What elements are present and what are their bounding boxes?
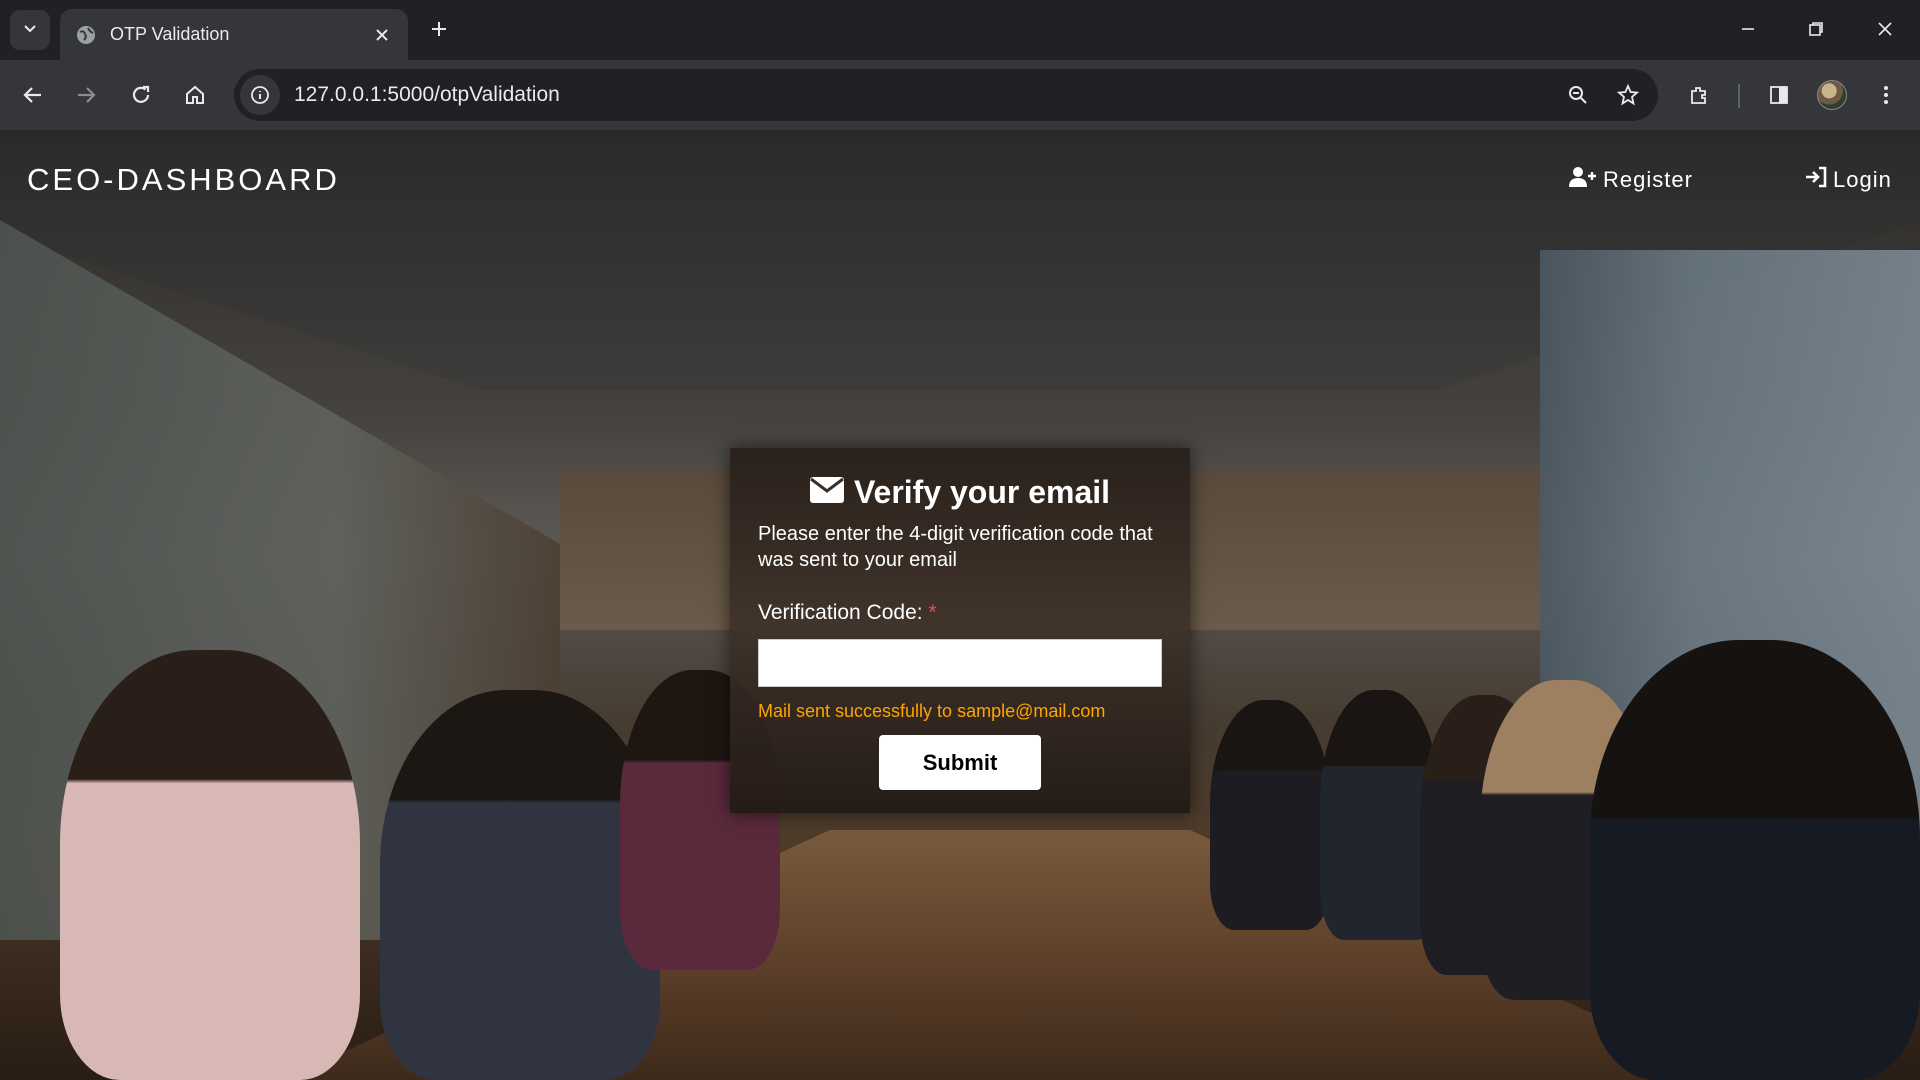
top-navbar: CEO-DASHBOARD Register Login bbox=[0, 130, 1920, 230]
avatar bbox=[1817, 80, 1847, 110]
page-viewport: CEO-DASHBOARD Register Login Verify your… bbox=[0, 130, 1920, 1080]
new-tab-button[interactable] bbox=[422, 12, 456, 46]
home-icon[interactable] bbox=[175, 75, 215, 115]
envelope-icon bbox=[809, 474, 844, 511]
tab-strip: OTP Validation bbox=[0, 0, 1920, 60]
login-label: Login bbox=[1833, 167, 1892, 192]
toolbar-divider bbox=[1738, 84, 1740, 108]
register-label: Register bbox=[1603, 167, 1693, 192]
tab-search-button[interactable] bbox=[10, 10, 50, 50]
page-title: Verify your email bbox=[853, 474, 1111, 510]
profile-avatar[interactable] bbox=[1812, 75, 1852, 115]
submit-button[interactable]: Submit bbox=[879, 735, 1041, 790]
reload-icon[interactable] bbox=[121, 75, 161, 115]
required-marker: * bbox=[928, 601, 937, 624]
background-person bbox=[1210, 700, 1330, 930]
otp-verification-card: Verify your email Please enter the 4-dig… bbox=[730, 448, 1190, 813]
bookmark-star-icon[interactable] bbox=[1608, 75, 1648, 115]
url-text[interactable]: 127.0.0.1:5000/otpValidation bbox=[294, 83, 1558, 107]
close-tab-icon[interactable] bbox=[368, 21, 396, 49]
verification-code-label-text: Verification Code: bbox=[758, 601, 923, 624]
brand-logo[interactable]: CEO-DASHBOARD bbox=[27, 162, 340, 198]
forward-arrow-icon[interactable] bbox=[66, 75, 106, 115]
background-person bbox=[60, 650, 360, 1080]
login-link[interactable]: Login bbox=[1805, 166, 1892, 194]
verification-code-input[interactable] bbox=[758, 639, 1162, 687]
close-window-icon[interactable] bbox=[1857, 6, 1913, 52]
minimize-icon[interactable] bbox=[1720, 6, 1776, 52]
zoom-icon[interactable] bbox=[1558, 75, 1598, 115]
site-info-icon[interactable] bbox=[240, 75, 280, 115]
side-panel-icon[interactable] bbox=[1759, 75, 1799, 115]
back-arrow-icon[interactable] bbox=[13, 75, 53, 115]
card-header: Verify your email bbox=[758, 474, 1162, 511]
tab-title: OTP Validation bbox=[110, 24, 230, 44]
register-link[interactable]: Register bbox=[1569, 166, 1693, 194]
browser-chrome: OTP Validation 127.0.0.1:5000/otpValidat… bbox=[0, 0, 1920, 130]
user-plus-icon bbox=[1569, 166, 1597, 194]
background-person bbox=[1590, 640, 1920, 1080]
browser-toolbar: 127.0.0.1:5000/otpValidation bbox=[0, 60, 1920, 130]
status-message: Mail sent successfully to sample@mail.co… bbox=[758, 701, 1106, 721]
chevron-down-icon bbox=[22, 20, 38, 41]
globe-icon bbox=[74, 23, 98, 47]
address-bar[interactable]: 127.0.0.1:5000/otpValidation bbox=[234, 69, 1658, 121]
sign-in-icon bbox=[1805, 166, 1827, 194]
tab-otp-validation[interactable]: OTP Validation bbox=[60, 9, 408, 60]
extensions-icon[interactable] bbox=[1679, 75, 1719, 115]
card-description: Please enter the 4-digit verification co… bbox=[758, 523, 1153, 571]
more-menu-icon[interactable] bbox=[1866, 75, 1906, 115]
verification-code-label: Verification Code: * bbox=[758, 601, 1162, 625]
restore-icon[interactable] bbox=[1788, 6, 1844, 52]
background-person bbox=[380, 690, 660, 1080]
